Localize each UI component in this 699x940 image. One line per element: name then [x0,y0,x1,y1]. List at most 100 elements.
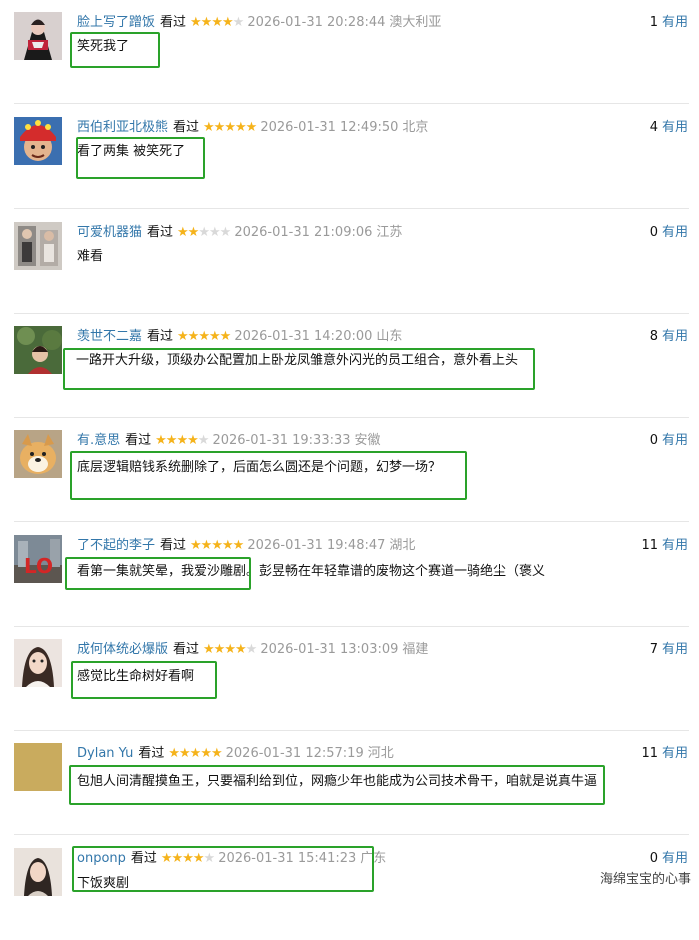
avatar[interactable] [14,639,62,687]
watched-label: 看过 [173,642,200,657]
useful-votes: 0 有用 [650,850,688,868]
username[interactable]: 羡世不二嘉 [77,329,142,344]
comment-time: 2026-01-31 19:33:33 [212,433,351,448]
divider [14,834,689,835]
divider [14,208,689,209]
useful-button[interactable]: 有用 [662,538,688,553]
comment-meta: 可爱机器猫 看过 ★★★★★ 2026-01-31 21:09:06 江苏 [77,224,402,242]
highlight-box [72,846,374,892]
avatar[interactable] [14,222,62,270]
highlight-box [71,661,217,699]
useful-button[interactable]: 有用 [662,642,688,657]
useful-votes: 8 有用 [650,328,688,346]
star-icon: ★★★★★ [203,120,257,135]
rating-stars: ★★★★★ [203,641,257,659]
username[interactable]: 可爱机器猫 [77,225,142,240]
useful-votes: 1 有用 [650,14,688,32]
rating-stars: ★★★★★ [155,432,210,450]
useful-button[interactable]: 有用 [662,120,688,135]
star-empty-icon: ★ [232,15,245,30]
watched-label: 看过 [160,538,187,553]
rating-stars: ★★★★★ [177,224,231,242]
star-icon: ★★ [177,225,199,240]
username[interactable]: 成何体统必爆版 [77,642,168,657]
rating-stars: ★★★★★ [190,14,245,32]
watched-label: 看过 [147,329,174,344]
username[interactable]: Dylan Yu [77,746,133,761]
comment-time: 2026-01-31 13:03:09 [260,642,399,657]
comment-time: 2026-01-31 12:57:19 [225,746,364,761]
useful-button[interactable]: 有用 [662,225,688,240]
star-icon: ★★★★ [155,433,199,448]
vote-count: 8 [649,329,658,344]
useful-votes: 11 有用 [641,537,688,555]
comment-text: 难看 [77,249,104,264]
username[interactable]: 了不起的李子 [77,538,155,553]
comment-item: 成何体统必爆版 看过 ★★★★★ 2026-01-31 13:03:09 福建 7 有用 … [0,627,699,731]
vote-count: 0 [649,851,658,866]
comment-time: 2026-01-31 19:48:47 [247,538,386,553]
comment-item: LO 了不起的李子 看过 ★★★★★ 2026-01-31 19:48:47 湖北 11… [0,523,699,627]
useful-votes: 4 有用 [650,119,688,137]
comment-meta: 西伯利亚北极熊 看过 ★★★★★ 2026-01-31 12:49:50 北京 [77,119,428,137]
comment-location: 北京 [402,120,429,135]
avatar[interactable] [14,743,62,791]
comment-meta: 成何体统必爆版 看过 ★★★★★ 2026-01-31 13:03:09 福建 [77,641,428,659]
watched-label: 看过 [160,15,187,30]
comment-meta: 脸上写了蹭饭 看过 ★★★★★ 2026-01-31 20:28:44 澳大利亚 [77,14,441,32]
username[interactable]: 脸上写了蹭饭 [77,15,155,30]
star-empty-icon: ★ [197,433,210,448]
avatar[interactable] [14,848,62,896]
watched-label: 看过 [138,746,165,761]
comment-location: 山东 [376,329,403,344]
useful-button[interactable]: 有用 [662,746,688,761]
star-icon: ★★★★★ [177,329,231,344]
rating-stars: ★★★★★ [177,328,231,346]
comment-location: 安徽 [354,433,381,448]
comment-item: 脸上写了蹭饭 看过 ★★★★★ 2026-01-31 20:28:44 澳大利亚 1 有用… [0,0,699,104]
avatar[interactable] [14,12,62,60]
avatar[interactable]: LO [14,535,62,583]
useful-button[interactable]: 有用 [662,329,688,344]
avatar[interactable] [14,326,62,374]
vote-count: 0 [649,225,658,240]
username[interactable]: 有.意思 [77,433,120,448]
vote-count: 11 [641,538,658,553]
star-icon: ★★★★★ [168,746,222,761]
highlight-box [63,348,535,390]
username[interactable]: 西伯利亚北极熊 [77,120,168,135]
star-icon: ★★★★ [203,642,247,657]
useful-button[interactable]: 有用 [662,851,688,866]
comment-time: 2026-01-31 20:28:44 [247,15,386,30]
rating-stars: ★★★★★ [168,745,222,763]
star-empty-icon: ★★★ [198,225,231,240]
avatar[interactable] [14,117,62,165]
useful-button[interactable]: 有用 [662,433,688,448]
comment-item: 西伯利亚北极熊 看过 ★★★★★ 2026-01-31 12:49:50 北京 4 有用 … [0,105,699,209]
highlight-box [76,137,205,179]
watched-label: 看过 [147,225,174,240]
vote-count: 7 [649,642,658,657]
rating-stars: ★★★★★ [203,119,257,137]
divider [14,103,689,104]
useful-button[interactable]: 有用 [662,15,688,30]
comment-item: 可爱机器猫 看过 ★★★★★ 2026-01-31 21:09:06 江苏 0 有用 难看 [0,210,699,314]
highlight-box [70,32,160,68]
star-icon: ★★★★ [190,15,234,30]
highlight-box [70,451,467,500]
avatar[interactable] [14,430,62,478]
highlight-box [69,765,605,805]
watched-label: 看过 [173,120,200,135]
comment-location: 湖北 [389,538,416,553]
comment-item: onponp 看过 ★★★★★ 2026-01-31 15:41:23 广东 0 有用 下… [0,836,699,940]
comment-time: 2026-01-31 12:49:50 [260,120,399,135]
useful-votes: 11 有用 [641,745,688,763]
comment-meta: 羡世不二嘉 看过 ★★★★★ 2026-01-31 14:20:00 山东 [77,328,402,346]
comment-item: 羡世不二嘉 看过 ★★★★★ 2026-01-31 14:20:00 山东 8 有用 一路… [0,314,699,418]
comment-location: 澳大利亚 [389,15,442,30]
comment-time: 2026-01-31 21:09:06 [234,225,373,240]
watched-label: 看过 [125,433,152,448]
highlight-box [65,557,251,590]
comment-time: 2026-01-31 14:20:00 [234,329,373,344]
vote-count: 4 [649,120,658,135]
